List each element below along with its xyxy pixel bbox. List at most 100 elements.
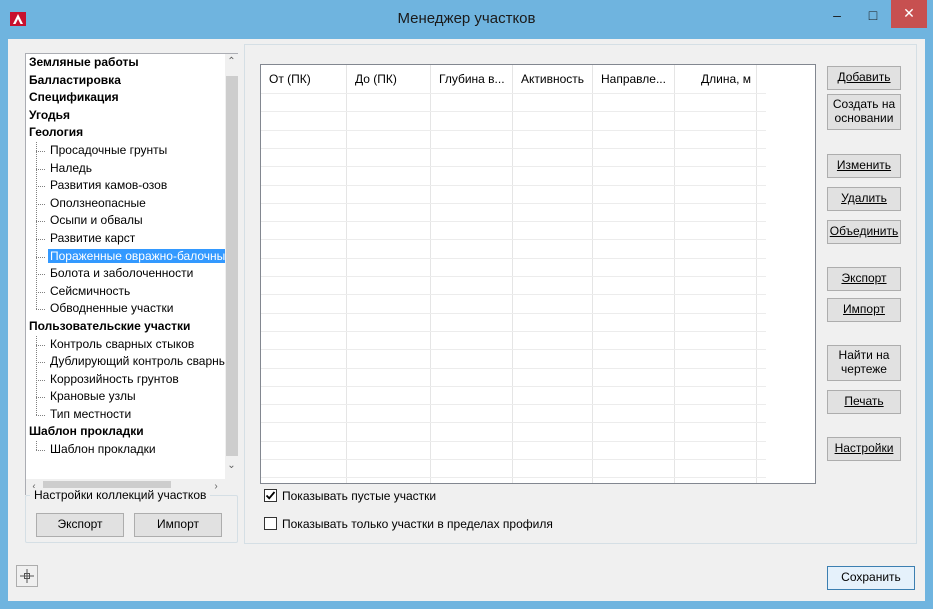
table-header: От (ПК) До (ПК) Глубина в... Активность Напр… — [261, 65, 815, 93]
column-divider — [513, 93, 593, 483]
tree-vscroll-thumb[interactable] — [226, 76, 238, 456]
table-row[interactable] — [261, 330, 766, 332]
tree-node[interactable]: Наледь — [26, 160, 225, 178]
tree-category[interactable]: Геология — [26, 124, 225, 142]
merge-button[interactable]: Объединить — [827, 220, 901, 244]
table-row[interactable] — [261, 312, 766, 314]
add-button-label: Добавить — [837, 70, 891, 85]
section-tree[interactable]: Земляные работы Балластировка Спецификация… — [25, 53, 238, 495]
tree-node[interactable]: Болота и заболоченности — [26, 265, 225, 283]
tree-category[interactable]: Балластировка — [26, 72, 225, 90]
table-row[interactable] — [261, 367, 766, 369]
tree-node[interactable]: Тип местности — [26, 406, 225, 424]
tree-node[interactable]: Пораженные овражно-балочные — [26, 248, 225, 266]
delete-button[interactable]: Удалить — [827, 187, 901, 211]
column-header[interactable]: Глубина в... — [431, 65, 513, 93]
pick-point-button[interactable] — [16, 565, 38, 587]
create-based-button[interactable]: Создать на основании — [827, 94, 901, 130]
show-profile-only-label[interactable]: Показывать только участки в пределах про… — [282, 517, 553, 531]
tree-node[interactable]: Просадочные грунты — [26, 142, 225, 160]
tree-node-label: Угодья — [29, 107, 71, 122]
column-header[interactable]: До (ПК) — [347, 65, 431, 93]
tree-node[interactable]: Развития камов-озов — [26, 177, 225, 195]
show-empty-checkbox[interactable] — [264, 489, 277, 502]
tree-node[interactable]: Осыпи и обвалы — [26, 212, 225, 230]
table-row[interactable] — [261, 294, 766, 296]
tree-node-label: Осыпи и обвалы — [50, 213, 143, 228]
table-row[interactable] — [261, 422, 766, 424]
table-row[interactable] — [261, 239, 766, 241]
tree-node[interactable]: Крановые узлы — [26, 388, 225, 406]
table-row[interactable] — [261, 129, 766, 131]
tree-node-label: Сейсмичность — [50, 283, 131, 298]
collection-export-button[interactable]: Экспорт — [36, 513, 124, 537]
tree-node-label: Болота и заболоченности — [50, 266, 194, 281]
tree-node-label: Тип местности — [50, 406, 132, 421]
settings-button[interactable]: Настройки — [827, 437, 901, 461]
tree-node[interactable]: Сейсмичность — [26, 283, 225, 301]
show-profile-only-checkbox[interactable] — [264, 517, 277, 530]
save-button[interactable]: Сохранить — [827, 566, 915, 590]
maximize-button[interactable]: □ — [856, 0, 890, 30]
add-button[interactable]: Добавить — [827, 66, 901, 90]
print-button[interactable]: Печать — [827, 390, 901, 414]
table-row[interactable] — [261, 349, 766, 351]
collection-import-button[interactable]: Импорт — [134, 513, 222, 537]
tree-category[interactable]: Угодья — [26, 107, 225, 125]
create-based-button-label: Создать на основании — [832, 97, 896, 125]
tree-node[interactable]: Развитие карст — [26, 230, 225, 248]
import-button[interactable]: Импорт — [827, 298, 901, 322]
table-row[interactable] — [261, 184, 766, 186]
column-header[interactable]: Длина, м — [675, 65, 757, 93]
find-on-drawing-button-label: Найти на чертеже — [838, 348, 890, 376]
minimize-button[interactable]: – — [820, 0, 854, 30]
tree-node[interactable]: Дублирующий контроль сварных — [26, 353, 225, 371]
tree-node-label: Крановые узлы — [50, 389, 136, 404]
column-divider — [675, 93, 757, 483]
column-header[interactable]: Активность — [513, 65, 593, 93]
table-row[interactable] — [261, 440, 766, 442]
table-row[interactable] — [261, 385, 766, 387]
scroll-up-icon[interactable]: ⌃ — [225, 54, 238, 70]
tree-node[interactable]: Шаблон прокладки — [26, 441, 225, 459]
tree-list: Земляные работы Балластировка Спецификация… — [26, 54, 225, 479]
show-empty-label[interactable]: Показывать пустые участки — [282, 489, 436, 503]
scroll-down-icon[interactable]: ⌄ — [225, 458, 238, 474]
table-row[interactable] — [261, 166, 766, 168]
table-row[interactable] — [261, 276, 766, 277]
tree-node-label: Пораженные овражно-балочные — [48, 248, 225, 263]
tree-node[interactable]: Оползнеопасные — [26, 195, 225, 213]
dialog-body: Земляные работы Балластировка Спецификация… — [8, 39, 925, 601]
tree-node[interactable]: Контроль сварных стыков — [26, 336, 225, 354]
tree-category[interactable]: Шаблон прокладки — [26, 423, 225, 441]
table-row[interactable] — [261, 477, 766, 479]
export-button[interactable]: Экспорт — [827, 267, 901, 291]
close-button[interactable]: ✕ — [891, 0, 927, 28]
tree-category[interactable]: Земляные работы — [26, 54, 225, 72]
table-row[interactable] — [261, 147, 766, 149]
table-row[interactable] — [261, 111, 766, 113]
edit-button[interactable]: Изменить — [827, 154, 901, 178]
scroll-right-icon[interactable]: › — [210, 479, 222, 495]
table-row[interactable] — [261, 257, 766, 259]
tree-node[interactable]: Обводненные участки — [26, 300, 225, 318]
table-row[interactable] — [261, 93, 766, 94]
tree-category[interactable]: Пользовательские участки — [26, 318, 225, 336]
table-row[interactable] — [261, 221, 766, 223]
table-row[interactable] — [261, 459, 766, 460]
column-header[interactable]: От (ПК) — [261, 65, 347, 93]
collection-settings-title: Настройки коллекций участков — [30, 488, 211, 502]
tree-node-label: Развития камов-озов — [50, 178, 168, 193]
tree-node-label: Дублирующий контроль сварных — [50, 354, 225, 369]
sections-table[interactable]: От (ПК) До (ПК) Глубина в... Активность Напр… — [260, 64, 816, 484]
find-on-drawing-button[interactable]: Найти на чертеже — [827, 345, 901, 381]
tree-node-label: Коррозийность грунтов — [50, 371, 179, 386]
table-row[interactable] — [261, 404, 766, 406]
tree-node[interactable]: Коррозийность грунтов — [26, 371, 225, 389]
table-row[interactable] — [261, 202, 766, 204]
tree-vertical-scrollbar[interactable]: ⌃ ⌄ — [225, 54, 238, 479]
merge-button-label: Объединить — [829, 224, 899, 239]
tree-node-label: Шаблон прокладки — [50, 442, 156, 457]
tree-category[interactable]: Спецификация — [26, 89, 225, 107]
column-header[interactable]: Направле... — [593, 65, 675, 93]
